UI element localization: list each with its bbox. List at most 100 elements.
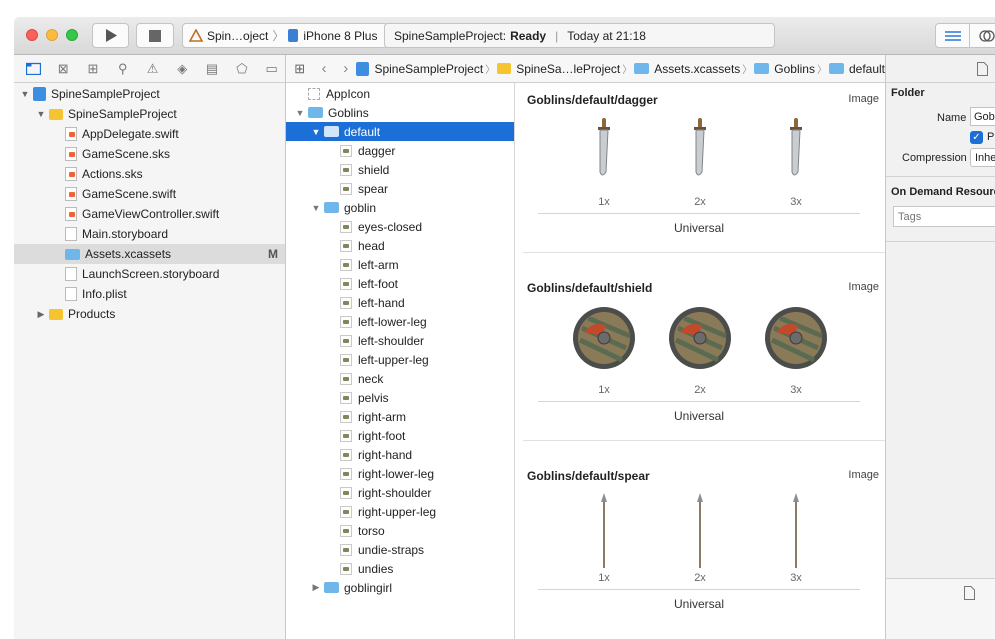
- navigator-item[interactable]: GameViewController.swift: [14, 204, 285, 224]
- find-navigator-tab[interactable]: ⚲: [109, 59, 136, 79]
- navigator-item[interactable]: GameScene.sks: [14, 144, 285, 164]
- diamond-icon: ◈: [177, 60, 188, 76]
- issue-navigator-tab[interactable]: ⚠: [139, 59, 166, 79]
- debug-navigator-tab[interactable]: ▤: [199, 59, 226, 79]
- image-slot-1x[interactable]: [592, 493, 616, 571]
- symbol-navigator-tab[interactable]: ⊞: [80, 59, 107, 79]
- project-navigator-tab[interactable]: [20, 59, 47, 79]
- disclosure-open-icon[interactable]: ▼: [36, 109, 46, 119]
- zoom-window-button[interactable]: [66, 29, 78, 41]
- asset-item[interactable]: right-arm: [286, 407, 514, 426]
- breadcrumb-item[interactable]: SpineSa…leProject: [516, 62, 620, 76]
- disclosure-open-icon[interactable]: ▼: [20, 89, 30, 99]
- navigator-item[interactable]: Info.plist: [14, 284, 285, 304]
- app-target-icon: [189, 28, 203, 42]
- asset-item[interactable]: ▼ Goblins: [286, 103, 514, 122]
- scheme-selector[interactable]: Spin…oject 〉 iPhone 8 Plus: [182, 23, 388, 48]
- dagger-blade: [695, 129, 705, 176]
- tags-input[interactable]: [893, 206, 995, 227]
- disclosure-open-icon[interactable]: ▼: [308, 127, 324, 137]
- minimize-window-button[interactable]: [46, 29, 58, 41]
- asset-item[interactable]: left-hand: [286, 293, 514, 312]
- asset-item[interactable]: pelvis: [286, 388, 514, 407]
- status-project: SpineSampleProject:: [394, 28, 507, 43]
- disclosure-open-icon[interactable]: ▼: [308, 203, 324, 213]
- asset-item[interactable]: left-arm: [286, 255, 514, 274]
- navigator-item[interactable]: ▼ SpineSampleProject: [14, 84, 285, 104]
- back-button[interactable]: ‹: [313, 60, 335, 77]
- navigator-item[interactable]: Main.storyboard: [14, 224, 285, 244]
- asset-item[interactable]: eyes-closed: [286, 217, 514, 236]
- asset-item[interactable]: right-hand: [286, 445, 514, 464]
- asset-item[interactable]: left-foot: [286, 274, 514, 293]
- breadcrumb-item[interactable]: Goblins: [774, 62, 815, 76]
- navigator-item[interactable]: LaunchScreen.storyboard: [14, 264, 285, 284]
- related-items-icon[interactable]: ⊞: [286, 61, 313, 77]
- image-slot-2x[interactable]: [688, 116, 712, 185]
- image-slot-2x[interactable]: [688, 493, 712, 571]
- disclosure-closed-icon[interactable]: ▶: [308, 582, 324, 593]
- asset-item[interactable]: left-lower-leg: [286, 312, 514, 331]
- stop-button[interactable]: [136, 23, 174, 48]
- compression-select[interactable]: Inhe: [970, 148, 995, 167]
- breadcrumb-item[interactable]: SpineSampleProject: [374, 62, 483, 76]
- spear-shaft: [795, 502, 797, 568]
- navigator-item[interactable]: AppDelegate.swift: [14, 124, 285, 144]
- asset-item[interactable]: AppIcon: [286, 84, 514, 103]
- asset-item[interactable]: dagger: [286, 141, 514, 160]
- navigator-item[interactable]: ▼ SpineSampleProject: [14, 104, 285, 124]
- file-inspector-icon[interactable]: [977, 62, 988, 76]
- scheme-target-label[interactable]: Spin…oject: [207, 29, 268, 43]
- spear-image: [793, 493, 799, 568]
- image-slot-2x[interactable]: [668, 306, 732, 373]
- run-button[interactable]: [92, 23, 129, 48]
- asset-item[interactable]: undie-straps: [286, 540, 514, 559]
- breadcrumb-item[interactable]: default: [849, 62, 885, 76]
- image-slot-3x[interactable]: [764, 306, 828, 373]
- asset-item[interactable]: spear: [286, 179, 514, 198]
- navigator-item[interactable]: GameScene.swift: [14, 184, 285, 204]
- assistant-editor-button[interactable]: [970, 24, 995, 47]
- asset-item[interactable]: left-upper-leg: [286, 350, 514, 369]
- asset-item[interactable]: ▶ goblingirl: [286, 578, 514, 597]
- asset-item[interactable]: ▼ goblin: [286, 198, 514, 217]
- image-slot-3x[interactable]: [784, 493, 808, 571]
- asset-item[interactable]: right-foot: [286, 426, 514, 445]
- asset-item[interactable]: right-shoulder: [286, 483, 514, 502]
- asset-item[interactable]: undies: [286, 559, 514, 578]
- file-template-icon[interactable]: [964, 586, 975, 600]
- navigator-item[interactable]: Actions.sks: [14, 164, 285, 184]
- asset-item[interactable]: shield: [286, 160, 514, 179]
- asset-item[interactable]: right-upper-leg: [286, 502, 514, 521]
- disclosure-closed-icon[interactable]: ▶: [36, 309, 46, 320]
- asset-item[interactable]: neck: [286, 369, 514, 388]
- disclosure-open-icon[interactable]: ▼: [292, 108, 308, 118]
- asset-item[interactable]: head: [286, 236, 514, 255]
- breadcrumb-item[interactable]: Assets.xcassets: [654, 62, 740, 76]
- provides-namespace-checkbox[interactable]: ✓: [970, 131, 983, 144]
- report-navigator-tab[interactable]: ▭: [258, 59, 285, 79]
- device-label[interactable]: iPhone 8 Plus: [303, 29, 377, 43]
- name-field[interactable]: Gob: [970, 107, 995, 126]
- idiom-label: Universal: [673, 409, 724, 423]
- source-control-tab[interactable]: ⊠: [50, 59, 77, 79]
- asset-item[interactable]: ▼ default: [286, 122, 514, 141]
- image-thumbnail-icon: [340, 467, 352, 480]
- asset-item[interactable]: right-lower-leg: [286, 464, 514, 483]
- test-navigator-tab[interactable]: ◈: [169, 59, 196, 79]
- breakpoint-navigator-tab[interactable]: ⬠: [228, 59, 255, 79]
- asset-item-label: goblin: [344, 200, 377, 215]
- navigator-item[interactable]: Assets.xcassets M: [14, 244, 285, 264]
- standard-editor-button[interactable]: [936, 24, 971, 47]
- image-slot-3x[interactable]: [784, 116, 808, 185]
- image-set: Goblins/default/dagger Image 1x 2x 3x Univers…: [523, 83, 885, 259]
- close-window-button[interactable]: [26, 29, 38, 41]
- image-slot-1x[interactable]: [592, 116, 616, 185]
- scale-label: 3x: [790, 384, 802, 396]
- asset-tree: AppIcon ▼ Goblins ▼ default dagger shield spear…: [286, 83, 514, 597]
- navigator-item[interactable]: ▶ Products: [14, 304, 285, 324]
- asset-item[interactable]: left-shoulder: [286, 331, 514, 350]
- asset-item[interactable]: torso: [286, 521, 514, 540]
- image-slot-1x[interactable]: [572, 306, 636, 373]
- forward-button[interactable]: ›: [335, 60, 357, 77]
